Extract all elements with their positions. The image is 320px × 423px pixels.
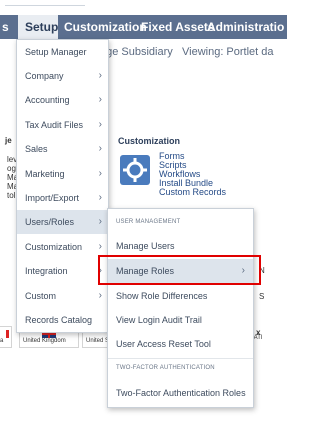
- section-header-two-factor: TWO-FACTOR AUTHENTICATION: [116, 365, 215, 371]
- menu-item-label: Integration: [25, 266, 68, 276]
- bg-fragment: og: [7, 164, 16, 173]
- menu-item-records-catalog[interactable]: Records Catalog: [17, 308, 108, 332]
- highlight-box: [98, 255, 261, 285]
- chevron-right-icon: ›: [98, 94, 102, 105]
- menu-item-label: Accounting: [25, 95, 70, 105]
- menu-item-view-login-audit-trail[interactable]: View Login Audit Trail: [108, 308, 253, 332]
- menu-item-label: Setup Manager: [25, 47, 87, 57]
- chevron-right-icon: ›: [98, 70, 102, 81]
- change-subsidiary-link[interactable]: nge Subsidiary: [100, 46, 173, 64]
- flag-label: a: [0, 338, 4, 344]
- menu-item-user-access-reset-tool[interactable]: User Access Reset Tool: [108, 332, 253, 356]
- bg-fragment: x: [256, 328, 261, 337]
- menu-item-tax-audit-files[interactable]: Tax Audit Files ›: [17, 113, 108, 137]
- menu-item-users-roles[interactable]: Users/Roles ›: [17, 210, 108, 234]
- menu-item-label: Manage Users: [116, 241, 175, 251]
- bg-fragment: S: [259, 292, 265, 301]
- gear-icon: [120, 155, 150, 185]
- custom-records-link[interactable]: Custom Records: [159, 188, 226, 197]
- top-divider: [5, 5, 85, 6]
- chevron-right-icon: ›: [98, 143, 102, 154]
- flag-card[interactable]: a: [0, 326, 12, 348]
- menu-item-label: Customization: [25, 242, 83, 252]
- nav-item-partial[interactable]: s: [2, 15, 9, 39]
- nav-item-administration[interactable]: Administratio: [207, 15, 284, 39]
- menu-item-label: Sales: [25, 144, 48, 154]
- menu-item-label: Users/Roles: [25, 217, 75, 227]
- menu-item-label: Import/Export: [25, 193, 80, 203]
- viewing-portlet-text: Viewing: Portlet da: [182, 46, 274, 58]
- menu-divider: [108, 358, 253, 359]
- menu-item-label: Custom: [25, 291, 57, 301]
- menu-item-company[interactable]: Company ›: [17, 64, 108, 88]
- menu-item-sales[interactable]: Sales ›: [17, 137, 108, 161]
- menu-item-label: View Login Audit Trail: [116, 315, 202, 325]
- section-header-user-management: USER MANAGEMENT: [116, 219, 181, 225]
- menu-item-label: Tax Audit Files: [25, 120, 84, 130]
- nav-item-customization[interactable]: Customization: [64, 15, 147, 39]
- flag-label: United S: [86, 338, 110, 344]
- chevron-right-icon: ›: [98, 216, 102, 227]
- menu-item-two-factor-auth-roles[interactable]: Two-Factor Authentication Roles: [108, 381, 253, 405]
- customization-portlet-title: Customization: [118, 136, 180, 146]
- users-roles-submenu: USER MANAGEMENT Manage Users Manage Role…: [107, 208, 254, 408]
- menu-item-custom[interactable]: Custom ›: [17, 284, 108, 308]
- top-nav-bar: s Setup Customization Fixed Assets Admin…: [0, 15, 287, 39]
- menu-item-label: User Access Reset Tool: [116, 339, 211, 349]
- chevron-right-icon: ›: [98, 168, 102, 179]
- bg-fragment: je: [5, 136, 12, 145]
- flag-label: United Kingdom: [23, 338, 66, 344]
- menu-item-label: Marketing: [25, 169, 65, 179]
- chevron-right-icon: ›: [98, 119, 102, 130]
- menu-item-import-export[interactable]: Import/Export ›: [17, 186, 108, 210]
- menu-item-customization[interactable]: Customization ›: [17, 235, 108, 259]
- menu-item-label: Company: [25, 71, 64, 81]
- nav-item-fixed-assets[interactable]: Fixed Assets: [141, 15, 215, 39]
- menu-item-accounting[interactable]: Accounting ›: [17, 88, 108, 112]
- menu-item-label: Show Role Differences: [116, 291, 208, 301]
- menu-item-marketing[interactable]: Marketing ›: [17, 162, 108, 186]
- menu-item-show-role-differences[interactable]: Show Role Differences: [108, 284, 253, 308]
- menu-item-label: Records Catalog: [25, 315, 93, 325]
- chevron-right-icon: ›: [98, 192, 102, 203]
- bg-fragment: tol: [7, 191, 16, 200]
- menu-item-label: Two-Factor Authentication Roles: [116, 388, 246, 398]
- menu-item-setup-manager[interactable]: Setup Manager: [17, 40, 108, 64]
- menu-item-integration[interactable]: Integration ›: [17, 259, 108, 283]
- chevron-right-icon: ›: [98, 290, 102, 301]
- setup-menu: Setup Manager Company › Accounting › Tax…: [16, 39, 109, 333]
- customization-links: Forms Scripts Workflows Install Bundle C…: [159, 152, 226, 197]
- nav-item-setup[interactable]: Setup: [18, 15, 58, 39]
